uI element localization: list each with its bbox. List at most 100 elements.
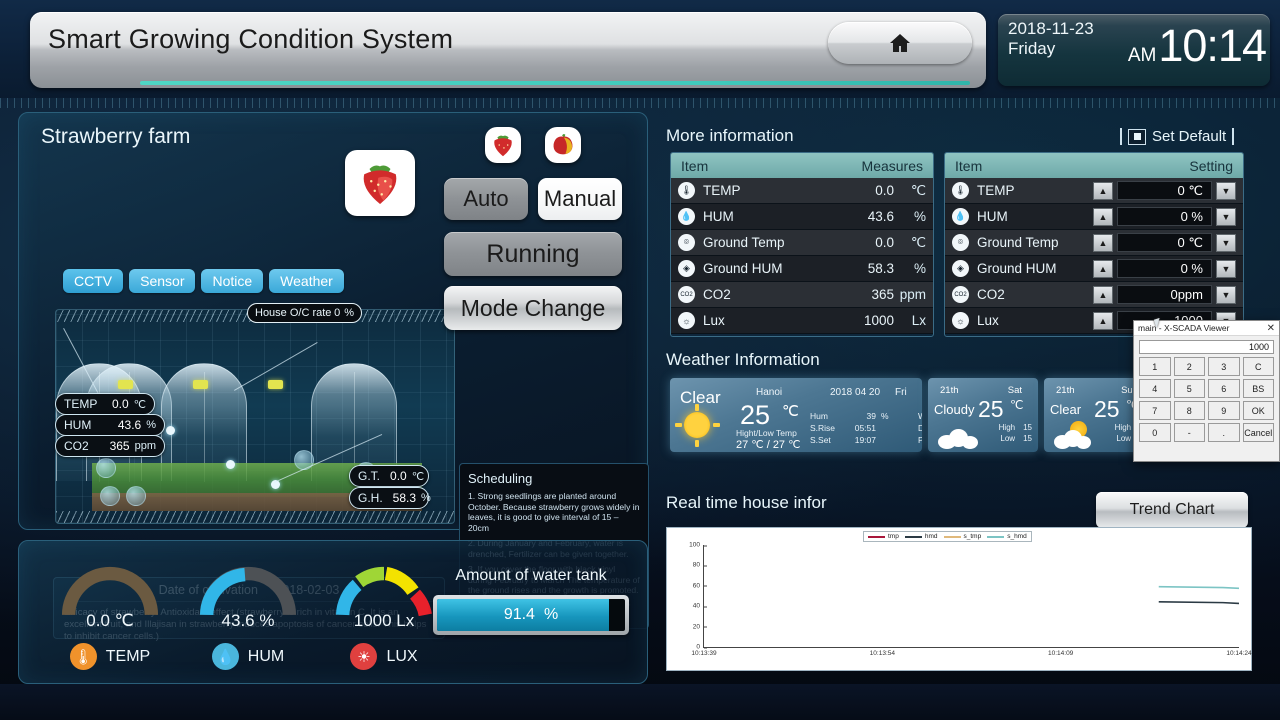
manual-button[interactable]: Manual <box>538 178 622 220</box>
keypad-key-5[interactable]: 5 <box>1173 379 1205 398</box>
weather-city: Hanoi <box>756 387 783 398</box>
weather-dow: Fri <box>895 387 907 398</box>
tab-weather[interactable]: Weather <box>269 269 344 293</box>
increment-button[interactable]: ▲ <box>1093 207 1113 226</box>
gauge-hum-value: 43.6 % <box>221 611 275 630</box>
tab-notice[interactable]: Notice <box>201 269 264 293</box>
thermometer-icon: 🌡 <box>69 643 97 670</box>
table-row[interactable]: ⌾ Ground Temp 0.0 ℃ <box>671 230 933 256</box>
keypad-key-7[interactable]: 7 <box>1139 401 1171 420</box>
scheduling-title: Scheduling <box>468 471 533 486</box>
increment-button[interactable]: ▲ <box>1093 259 1113 278</box>
decrement-button[interactable]: ▼ <box>1216 285 1236 304</box>
home-button[interactable] <box>828 22 972 64</box>
scada-keypad-dialog[interactable]: main - X-SCADA Viewer ✕ 1000 1 2 3 C 4 5 6 BS 7 8… <box>1133 320 1280 462</box>
setting-value-field[interactable]: 0 ℃ <box>1117 181 1212 200</box>
keypad-key--[interactable]: - <box>1173 423 1205 442</box>
chart-x-tick: 10:13:39 <box>691 650 717 657</box>
table-row[interactable]: 💧 HUM 43.6 % <box>671 204 933 230</box>
strawberry-icon-large[interactable] <box>345 150 415 216</box>
row-name: Lux <box>703 313 725 328</box>
row-name: Ground Temp <box>977 235 1059 250</box>
setting-value-field[interactable]: 0 ℃ <box>1117 233 1212 252</box>
setting-value-field[interactable]: 0 % <box>1117 207 1212 226</box>
keypad-key-4[interactable]: 4 <box>1139 379 1171 398</box>
measures-col-item: Item <box>681 157 709 174</box>
keypad-key-ok[interactable]: OK <box>1242 401 1274 420</box>
table-row[interactable]: ◈ Ground HUM ▲ 0 % ▼ <box>945 256 1243 282</box>
increment-button[interactable]: ▲ <box>1093 181 1113 200</box>
mode-change-button[interactable]: Mode Change <box>444 286 622 330</box>
table-row[interactable]: 🌡 TEMP ▲ 0 ℃ ▼ <box>945 178 1243 204</box>
trend-chart-button[interactable]: Trend Chart <box>1096 492 1248 528</box>
pepper-icon <box>553 133 573 155</box>
keypad-input[interactable]: 1000 <box>1139 340 1274 354</box>
dialog-title: main - X-SCADA Viewer <box>1138 323 1230 333</box>
tab-cctv[interactable]: CCTV <box>63 269 124 293</box>
stat-key: W.S. <box>918 410 922 422</box>
decrement-button[interactable]: ▼ <box>1216 207 1236 226</box>
tab-sensor[interactable]: Sensor <box>129 269 196 293</box>
chart-y-tick: 80 <box>693 562 708 569</box>
row-name: TEMP <box>977 183 1015 198</box>
weather-temp-unit: ℃ <box>782 403 799 420</box>
page-title: Smart Growing Condition System <box>48 24 454 54</box>
table-row[interactable]: CO2 CO2 365 ppm <box>671 282 933 308</box>
decrement-button[interactable]: ▼ <box>1216 233 1236 252</box>
stat-unit <box>876 422 881 434</box>
table-row[interactable]: CO2 CO2 ▲ 0ppm ▼ <box>945 282 1243 308</box>
forecast-highlow: High 15 Low 15 <box>999 422 1032 444</box>
close-icon[interactable]: ✕ <box>1267 323 1275 334</box>
gauge-hum-label: HUM <box>247 647 285 665</box>
row-value: 0.0 <box>875 183 894 198</box>
keypad-key-6[interactable]: 6 <box>1208 379 1240 398</box>
setting-value-field[interactable]: 0 % <box>1117 259 1212 278</box>
row-name: Ground HUM <box>977 261 1057 276</box>
decrement-button[interactable]: ▼ <box>1216 181 1236 200</box>
keypad-key-3[interactable]: 3 <box>1208 357 1240 376</box>
set-default-checkbox[interactable] <box>1128 128 1146 145</box>
chart-plot-area: 0 20 40 60 80 100 10:13:39 10:13:54 10:14:09 10:1… <box>689 542 1252 658</box>
table-row[interactable]: ◈ Ground HUM 58.3 % <box>671 256 933 282</box>
keypad-key-bs[interactable]: BS <box>1242 379 1274 398</box>
stat-row: Precip.--% <box>918 434 922 446</box>
chart-y-tick: 20 <box>693 623 708 630</box>
row-value: 58.3 <box>867 261 894 276</box>
legend-label: s_hmd <box>1007 533 1027 540</box>
pepper-icon-small[interactable] <box>545 127 581 163</box>
keypad-key-0[interactable]: 0 <box>1139 423 1171 442</box>
keypad-key-9[interactable]: 9 <box>1208 401 1240 420</box>
table-row[interactable]: ☼ Lux 1000 Lx <box>671 308 933 334</box>
forecast-low-label: Low <box>1116 434 1132 443</box>
strawberry-icon-small[interactable] <box>485 127 521 163</box>
row-name: HUM <box>977 209 1008 224</box>
decrement-button[interactable]: ▼ <box>1216 259 1236 278</box>
sun-ray <box>675 423 682 427</box>
increment-button[interactable]: ▲ <box>1093 285 1113 304</box>
weather-stats-left: Hum 39% S.Rise 05:51 S.Set 19:07 <box>810 410 918 446</box>
auto-button[interactable]: Auto <box>444 178 528 220</box>
increment-button[interactable]: ▲ <box>1093 233 1113 252</box>
running-button[interactable]: Running <box>444 232 622 276</box>
table-row[interactable]: 💧 HUM ▲ 0 % ▼ <box>945 204 1243 230</box>
weather-title: Weather Information <box>666 350 820 369</box>
keypad-key-c[interactable]: C <box>1242 357 1274 376</box>
set-default-button[interactable]: Set Default <box>1120 128 1235 145</box>
vent-marker <box>193 380 208 389</box>
increment-button[interactable]: ▲ <box>1093 311 1113 330</box>
table-row[interactable]: ⌾ Ground Temp ▲ 0 ℃ ▼ <box>945 230 1243 256</box>
gauge-lux-label: LUX <box>386 647 418 665</box>
keypad-key-1[interactable]: 1 <box>1139 357 1171 376</box>
keypad-key-cancel[interactable]: Cancel <box>1242 423 1274 442</box>
setting-value-field[interactable]: 0ppm <box>1117 285 1212 304</box>
table-row[interactable]: 🌡 TEMP 0.0 ℃ <box>671 178 933 204</box>
forecast-high-label: High <box>1114 423 1132 432</box>
row-name: CO2 <box>703 287 731 302</box>
ground-temp-icon: ⌾ <box>678 234 695 251</box>
keypad-key-8[interactable]: 8 <box>1173 401 1205 420</box>
measures-col-value: Measures <box>861 157 923 174</box>
vent-marker <box>118 380 133 389</box>
realtime-chart[interactable]: tmp hmd s_tmp s_hmd 0 20 40 60 80 100 10:13:39… <box>666 527 1252 671</box>
keypad-key-2[interactable]: 2 <box>1173 357 1205 376</box>
keypad-key-.[interactable]: . <box>1208 423 1240 442</box>
